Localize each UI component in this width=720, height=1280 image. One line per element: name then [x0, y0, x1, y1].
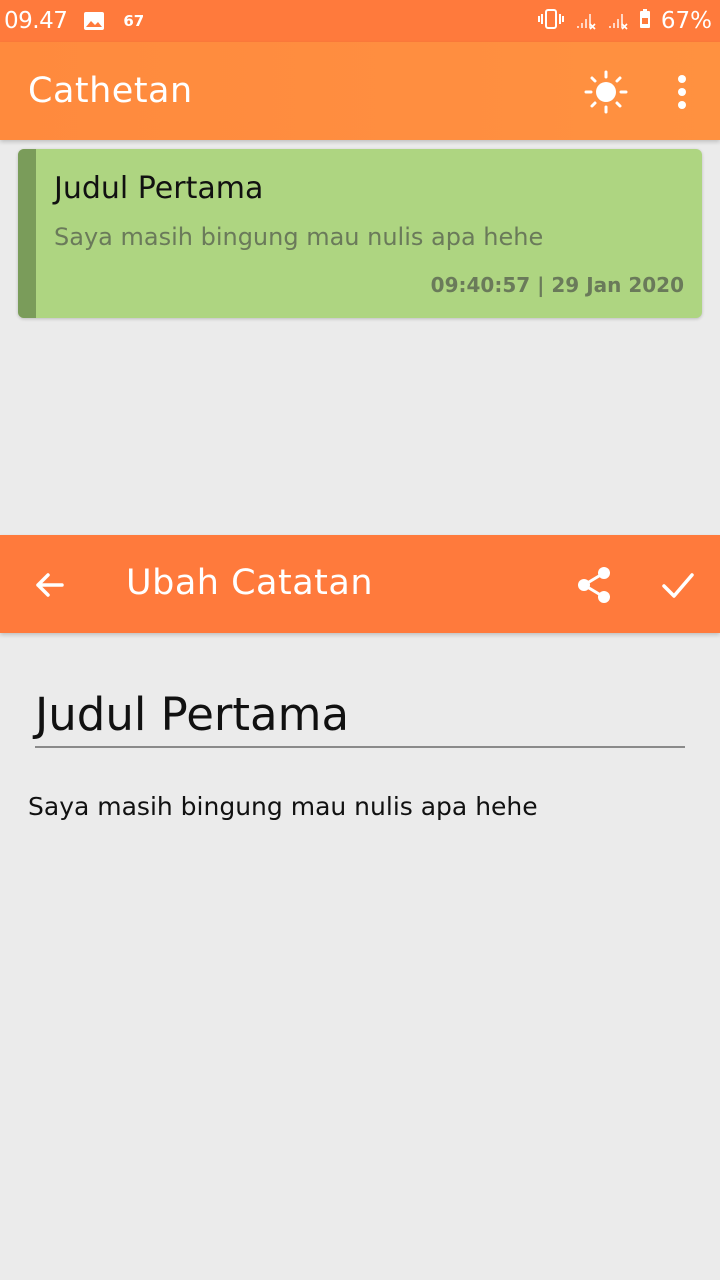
share-icon[interactable] — [572, 563, 616, 607]
battery-icon — [639, 8, 651, 34]
vibrate-icon — [537, 8, 565, 34]
note-card[interactable]: Judul Pertama Saya masih bingung mau nul… — [18, 149, 702, 318]
note-preview: Saya masih bingung mau nulis apa hehe — [54, 223, 544, 251]
status-bar: 09.47 67 67% — [0, 0, 720, 42]
battery-percent: 67% — [660, 8, 712, 34]
note-title: Judul Pertama — [54, 171, 264, 206]
arrow-back-icon[interactable] — [28, 563, 72, 607]
note-title-field[interactable]: Judul Pertama — [35, 682, 685, 748]
signal-icon — [607, 8, 629, 34]
app-title: Cathetan — [28, 71, 193, 111]
check-icon[interactable] — [656, 563, 700, 607]
sun-icon[interactable] — [584, 70, 628, 114]
note-timestamp: 09:40:57 | 29 Jan 2020 — [430, 273, 684, 297]
more-vert-icon[interactable] — [660, 70, 704, 114]
note-body-field[interactable]: Saya masih bingung mau nulis apa hehe — [28, 792, 688, 821]
edit-toolbar: Ubah Catatan — [0, 535, 720, 633]
app-bar: Cathetan — [0, 42, 720, 140]
notification-count: 67 — [123, 12, 145, 30]
status-time: 09.47 — [4, 8, 68, 34]
note-color-strip — [18, 149, 36, 318]
image-icon — [83, 10, 105, 32]
edit-title: Ubah Catatan — [126, 563, 374, 603]
signal-icon — [575, 8, 597, 34]
